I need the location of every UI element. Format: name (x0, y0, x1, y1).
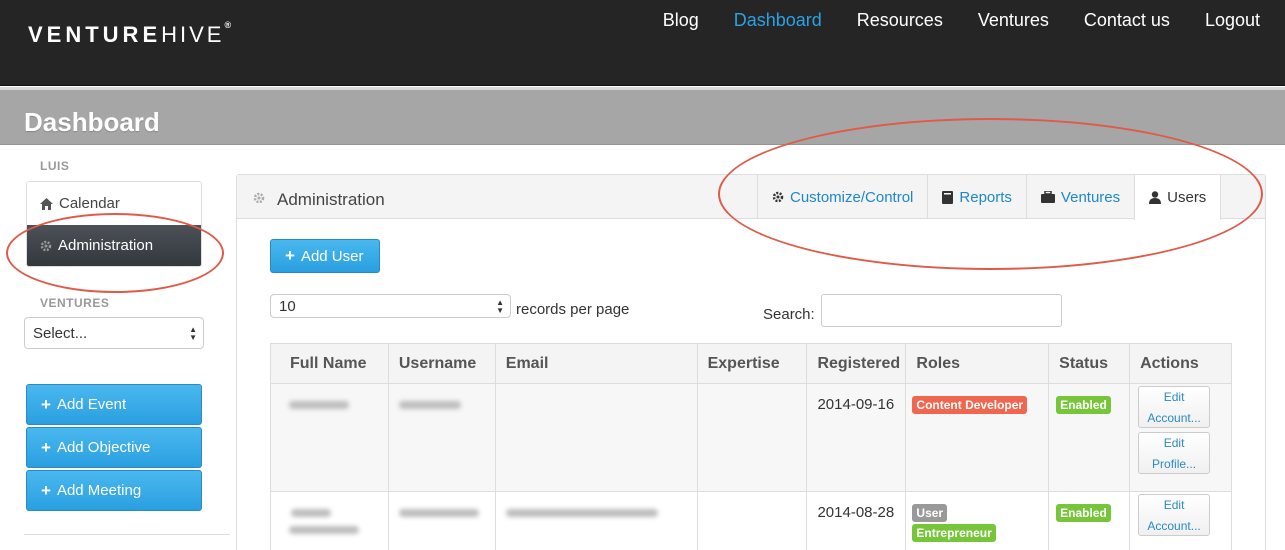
sidebar-divider (24, 534, 230, 535)
role-badge: Entrepreneur (912, 524, 996, 542)
status-badge: Enabled (1056, 396, 1111, 414)
edit-account-button[interactable]: Edit Account... (1138, 494, 1211, 536)
redacted-text (505, 509, 658, 517)
cell-username (388, 491, 496, 550)
column-header-expertise[interactable]: Expertise (697, 343, 808, 384)
nav-blog[interactable]: Blog (663, 10, 699, 31)
plus-icon: + (41, 394, 51, 414)
top-navbar: VENTUREHIVE® Blog Dashboard Resources Ve… (0, 0, 1285, 86)
table-row: 2014-08-28 User Entrepreneur Enabled Edi… (270, 491, 1232, 550)
main-nav: Blog Dashboard Resources Ventures Contac… (663, 10, 1285, 31)
nav-contact-us[interactable]: Contact us (1084, 10, 1170, 31)
brand-light: HIVE (161, 22, 225, 47)
cell-actions: Edit Account... Edit Profile... (1129, 383, 1232, 492)
column-header-email[interactable]: Email (495, 343, 698, 384)
page-title: Dashboard (24, 107, 160, 137)
button-label: Add Event (56, 396, 127, 413)
sidebar-user-heading: LUIS (40, 159, 70, 173)
role-badge: User (912, 504, 948, 522)
cell-status: Enabled (1048, 491, 1131, 550)
add-objective-button[interactable]: + Add Objective (26, 427, 202, 468)
column-header-full-name[interactable]: Full Name (270, 343, 389, 384)
brand-logo[interactable]: VENTUREHIVE® (28, 20, 232, 48)
plus-icon: + (41, 480, 51, 500)
cell-roles: Content Developer (905, 383, 1050, 492)
cell-actions: Edit Account... (1129, 491, 1232, 550)
table-row: 2014-09-16 Content Developer Enabled Edi… (270, 383, 1232, 492)
cell-full-name (270, 383, 389, 492)
plus-icon: + (41, 437, 51, 457)
column-header-actions: Actions (1129, 343, 1232, 384)
nav-dashboard[interactable]: Dashboard (734, 10, 822, 31)
redacted-text (289, 401, 349, 409)
table-header-row: Full Name Username Email Expertise Regis… (270, 343, 1232, 384)
cell-status: Enabled (1048, 383, 1131, 492)
status-badge: Enabled (1056, 504, 1111, 522)
highlight-ring-administration (6, 213, 224, 293)
brand-bold: VENTURE (28, 22, 162, 47)
cell-full-name (270, 491, 389, 550)
cell-username (388, 383, 496, 492)
sidebar-ventures-heading: VENTURES (40, 296, 110, 310)
ventures-select[interactable]: Select... ▲ ▼ (24, 317, 204, 349)
brand-reg-mark: ® (224, 20, 232, 30)
panel-title: Administration (277, 190, 385, 209)
records-per-page-value: 10 (279, 297, 296, 315)
select-arrows-icon: ▲ ▼ (496, 298, 504, 315)
nav-resources[interactable]: Resources (857, 10, 943, 31)
column-header-roles[interactable]: Roles (905, 343, 1050, 384)
ventures-select-value: Select... (33, 324, 88, 342)
search-label: Search: (763, 306, 815, 323)
records-per-page-label: records per page (516, 301, 630, 318)
role-badge: Content Developer (912, 396, 1028, 414)
sidebar-item-label: Calendar (59, 195, 120, 212)
edit-account-button[interactable]: Edit Account... (1138, 386, 1211, 428)
nav-ventures[interactable]: Ventures (978, 10, 1049, 31)
redacted-text (291, 509, 331, 517)
redacted-text (289, 526, 359, 534)
cell-email (495, 383, 698, 492)
button-label: Add User (300, 247, 364, 265)
button-label: Add Objective (56, 439, 151, 456)
cell-registered: 2014-08-28 (806, 491, 907, 550)
plus-icon: + (285, 246, 295, 265)
column-header-status[interactable]: Status (1048, 343, 1131, 384)
cell-expertise (697, 491, 808, 550)
gear-icon (253, 192, 265, 204)
highlight-ring-tabs (718, 118, 1263, 270)
cell-roles: User Entrepreneur (905, 491, 1050, 550)
select-arrows-icon: ▲ ▼ (189, 325, 197, 342)
users-table: Full Name Username Email Expertise Regis… (270, 343, 1232, 550)
column-header-username[interactable]: Username (388, 343, 496, 384)
cell-expertise (697, 383, 808, 492)
add-user-button[interactable]: + Add User (270, 239, 380, 273)
search-input[interactable] (821, 294, 1062, 327)
add-meeting-button[interactable]: + Add Meeting (26, 470, 202, 511)
add-event-button[interactable]: + Add Event (26, 384, 202, 425)
records-per-page-select[interactable]: 10 ▲ ▼ (270, 294, 511, 318)
edit-profile-button[interactable]: Edit Profile... (1138, 432, 1211, 474)
redacted-text (398, 401, 461, 409)
redacted-text (398, 509, 479, 517)
cell-registered: 2014-09-16 (806, 383, 907, 492)
button-label: Add Meeting (56, 482, 142, 499)
cell-email (495, 491, 698, 550)
column-header-registered[interactable]: Registered (806, 343, 907, 384)
home-icon (40, 197, 53, 210)
nav-logout[interactable]: Logout (1205, 10, 1260, 31)
